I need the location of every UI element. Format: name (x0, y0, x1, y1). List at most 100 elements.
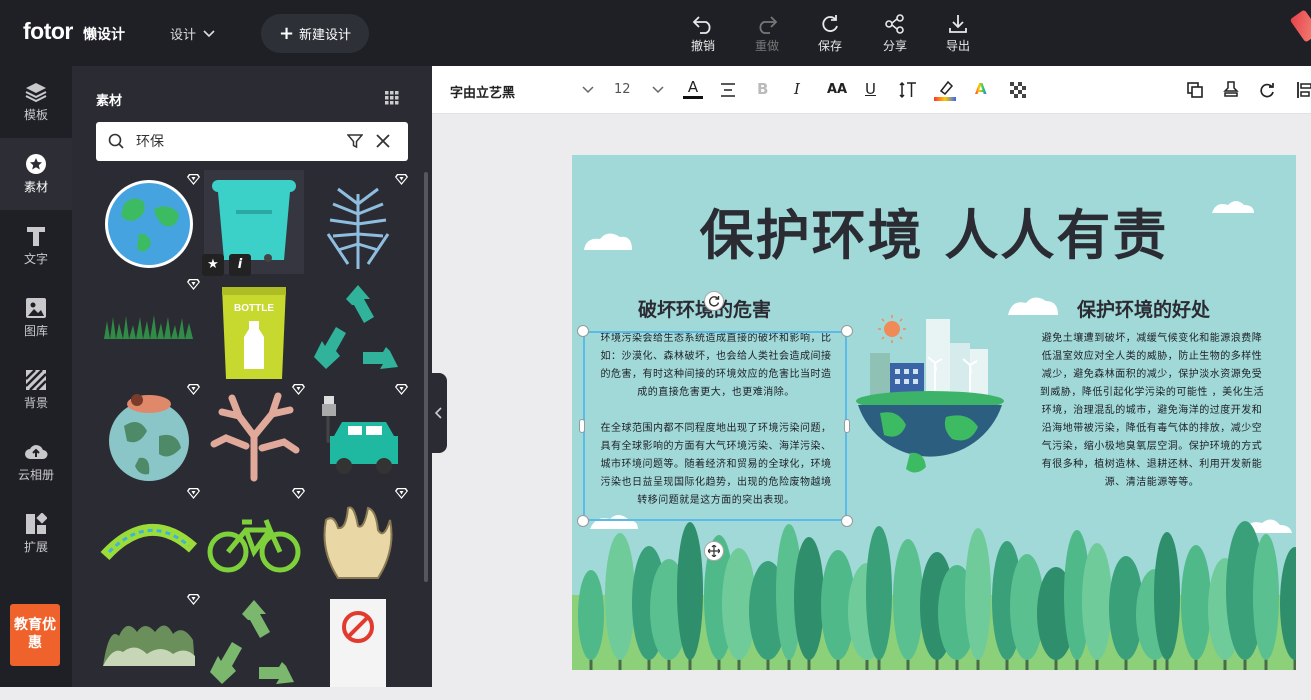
duplicate-icon[interactable] (1187, 82, 1203, 98)
resize-handle-top-left[interactable] (577, 325, 589, 337)
asset-electric-car[interactable] (308, 386, 408, 486)
move-handle[interactable] (704, 541, 724, 561)
collapse-panel-button[interactable] (431, 373, 447, 453)
vip-diamond-icon (187, 384, 200, 395)
pencil-icon[interactable] (1289, 9, 1311, 43)
export-button[interactable]: 导出 (936, 14, 980, 54)
nav-templates[interactable]: 模板 (0, 66, 72, 138)
design-menu[interactable]: 设计 (170, 24, 215, 43)
fotor-logo[interactable]: fotor (23, 18, 73, 45)
panel-scrollbar[interactable] (424, 172, 428, 582)
clear-search-icon[interactable] (375, 133, 391, 149)
gradient-text-button[interactable]: A (975, 80, 987, 98)
font-select[interactable]: 字由立艺黑 (450, 82, 515, 101)
search-box[interactable] (96, 122, 408, 161)
panel-title: 素材 (96, 94, 123, 109)
resize-handle-left[interactable] (579, 419, 585, 433)
asset-grass-strip[interactable] (99, 281, 199, 381)
transparency-icon[interactable] (1010, 82, 1026, 98)
asset-bush-strip[interactable] (99, 596, 199, 696)
align-icon[interactable] (720, 83, 736, 97)
redo-icon (759, 16, 778, 34)
asset-bottle-bin[interactable]: BOTTLE (204, 281, 304, 381)
nav-elements-label: 素材 (23, 180, 48, 194)
line-spacing-icon[interactable] (899, 81, 917, 99)
search-input[interactable] (136, 130, 336, 152)
benefit-section-title[interactable]: 保护环境的好处 (1077, 295, 1210, 322)
asset-earth-globe[interactable] (99, 174, 199, 274)
image-icon (26, 298, 46, 318)
italic-button[interactable]: I (794, 80, 800, 98)
vip-diamond-icon (395, 384, 408, 395)
vip-diamond-icon (187, 174, 200, 185)
resize-handle-bottom-left[interactable] (577, 515, 589, 527)
share-icon (885, 14, 904, 34)
apps-icon (26, 513, 47, 534)
plus-icon: + (278, 23, 295, 44)
bold-button[interactable]: B (757, 80, 768, 98)
asset-recycle-symbol-teal[interactable] (308, 281, 408, 381)
vip-diamond-icon (187, 488, 200, 499)
poster-title[interactable]: 保护环境 人人有责 (572, 191, 1296, 270)
text-icon (27, 227, 45, 246)
stamp-icon[interactable] (1223, 81, 1239, 99)
rotate-handle[interactable] (704, 291, 724, 311)
nav-text[interactable]: 文字 (0, 210, 72, 282)
underline-button[interactable]: U (865, 80, 876, 98)
chevron-left-icon (435, 407, 442, 419)
resize-handle-bottom-right[interactable] (841, 515, 853, 527)
nav-templates-label: 模板 (23, 108, 48, 122)
vip-diamond-icon (292, 488, 305, 499)
benefit-paragraph[interactable]: 避免土壤遭到破坏，减缓气候变化和能源浪费降低温室效应对全人类的威胁，防止生物的多… (1038, 330, 1266, 492)
edu-discount-badge[interactable]: 教育优惠 (10, 604, 60, 666)
font-color-button[interactable]: A (683, 78, 703, 99)
new-design-button[interactable]: + 新建设计 (261, 14, 369, 53)
rotate-icon[interactable] (1259, 82, 1275, 98)
nav-cloud-album[interactable]: 云相册 (0, 426, 72, 498)
cloud-upload-icon (25, 445, 48, 459)
info-icon[interactable]: i (229, 254, 251, 276)
asset-hugging-earth[interactable] (99, 386, 199, 486)
highlighter-icon[interactable] (934, 79, 956, 101)
chevron-down-icon[interactable] (582, 86, 594, 94)
asset-coral[interactable] (204, 386, 304, 486)
save-icon (822, 15, 838, 32)
asset-no-sign-card[interactable] (330, 599, 386, 687)
asset-recycle-symbol-green[interactable] (204, 596, 304, 696)
resize-handle-right[interactable] (844, 419, 850, 433)
logo-subtitle: 懒设计 (83, 27, 125, 43)
undo-button[interactable]: 撤销 (681, 14, 725, 54)
layers-icon (25, 83, 47, 103)
redo-label: 重做 (754, 39, 779, 53)
letter-case-button[interactable]: AA (827, 82, 847, 97)
filter-icon[interactable] (347, 133, 363, 149)
nav-extensions[interactable]: 扩展 (0, 498, 72, 570)
asset-bicycle[interactable] (204, 490, 304, 590)
share-button[interactable]: 分享 (873, 14, 917, 54)
nav-gallery-label: 图库 (23, 324, 48, 338)
align-objects-icon[interactable] (1296, 81, 1311, 99)
nav-gallery[interactable]: 图库 (0, 282, 72, 354)
nav-background[interactable]: 背景 (0, 354, 72, 426)
asset-blue-fern-plant[interactable] (308, 174, 408, 274)
text-toolbar: 字由立艺黑 12 A B I AA U A (432, 66, 1311, 114)
undo-icon (692, 16, 711, 34)
favorite-icon[interactable]: ★ (202, 254, 224, 276)
resize-handle-top-right[interactable] (841, 325, 853, 337)
save-button[interactable]: 保存 (808, 14, 852, 54)
export-icon (949, 15, 967, 33)
nav-elements[interactable]: 素材 (0, 138, 72, 210)
text-selection-box[interactable] (583, 331, 847, 521)
redo-button[interactable]: 重做 (745, 14, 789, 54)
save-label: 保存 (817, 39, 842, 53)
font-size-select[interactable]: 12 (614, 82, 631, 97)
top-bar: fotor 懒设计 设计 + 新建设计 撤销 重做 保存 分享 导出 (0, 0, 1311, 66)
chevron-down-icon[interactable] (652, 86, 664, 94)
grid-view-icon[interactable] (385, 91, 399, 105)
nav-text-label: 文字 (23, 252, 48, 266)
new-design-label: 新建设计 (299, 28, 352, 43)
asset-beige-coral[interactable] (308, 490, 408, 590)
asset-green-arc[interactable] (99, 490, 199, 590)
vip-diamond-icon (187, 594, 200, 605)
search-icon (108, 133, 124, 149)
